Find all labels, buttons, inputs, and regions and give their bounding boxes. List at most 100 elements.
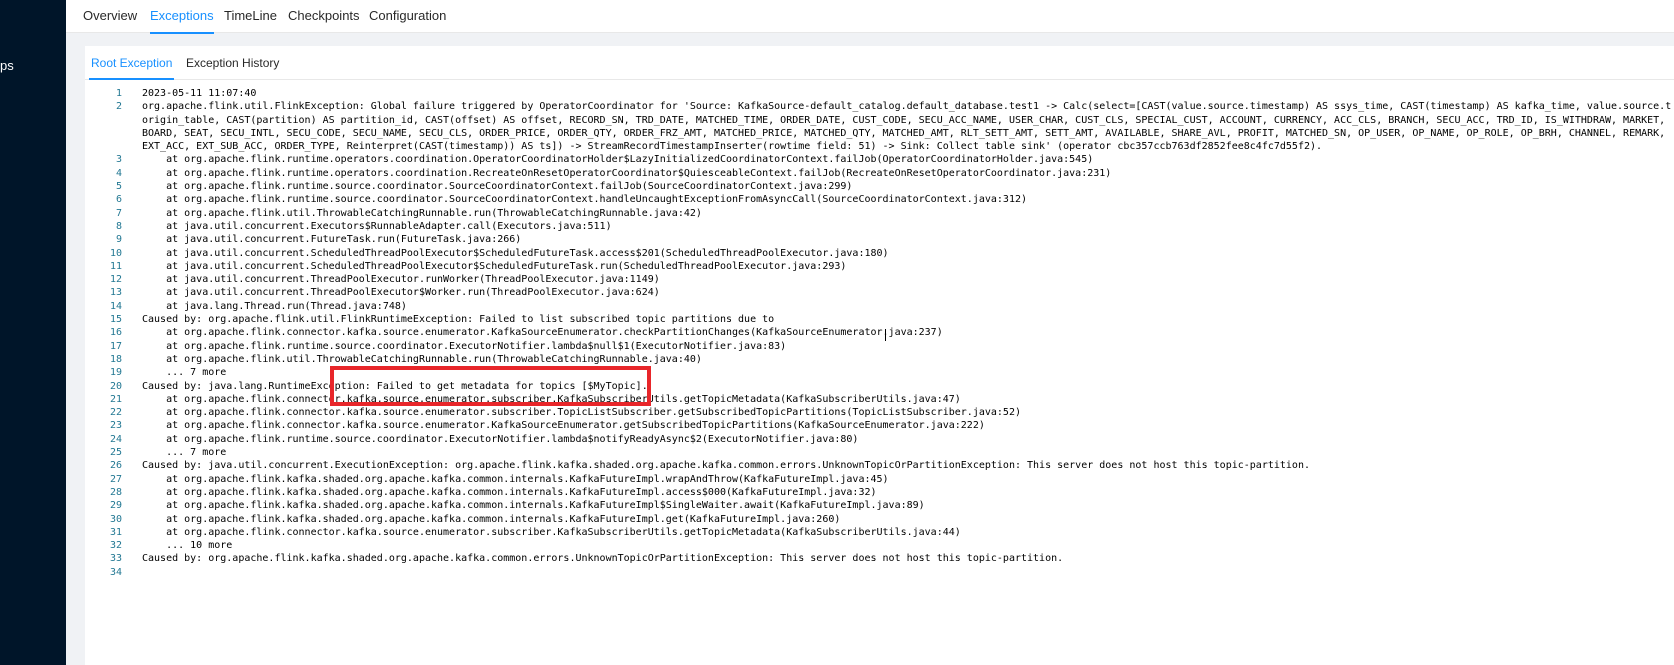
line-text: 2023-05-11 11:07:40 [142, 88, 257, 99]
line-text: at org.apache.flink.runtime.operators.co… [142, 154, 1094, 166]
line-text: at java.util.concurrent.Executors$Runnab… [142, 220, 612, 232]
code-line: 21 at org.apache.flink.connector.kafka.s… [85, 393, 1674, 406]
code-line: 17 at org.apache.flink.runtime.source.co… [85, 340, 1674, 353]
tab-overview[interactable]: Overview [83, 8, 137, 23]
code-line: 7 at org.apache.flink.util.ThrowableCatc… [85, 207, 1674, 220]
code-line: 19 ... 7 more [85, 366, 1674, 379]
line-number: 28 [109, 486, 122, 498]
line-number: 17 [109, 340, 122, 352]
line-number: 8 [115, 220, 122, 232]
code-line: 13 at java.util.concurrent.ThreadPoolExe… [85, 286, 1674, 299]
tab-exceptions[interactable]: Exceptions [150, 8, 214, 34]
job-tabs: Overview Exceptions TimeLine Checkpoints… [66, 0, 1674, 34]
line-text: at org.apache.flink.connector.kafka.sour… [142, 407, 1021, 419]
code-line: origin_table, CAST(partition) AS partiti… [85, 114, 1674, 127]
line-number: 21 [109, 393, 122, 405]
line-text: at org.apache.flink.runtime.source.coord… [142, 433, 859, 445]
line-text: at org.apache.flink.kafka.shaded.org.apa… [142, 486, 877, 498]
code-line: 16 at org.apache.flink.connector.kafka.s… [85, 326, 1674, 339]
line-number: 34 [109, 566, 122, 578]
line-text: at java.lang.Thread.run(Thread.java:748) [142, 300, 407, 312]
line-text: at java.util.concurrent.ScheduledThreadP… [142, 260, 847, 272]
code-line: 11 at java.util.concurrent.ScheduledThre… [85, 260, 1674, 273]
code-line: 12 at java.util.concurrent.ThreadPoolExe… [85, 273, 1674, 286]
exceptions-panel: Root Exception Exception History 1 2023-0… [85, 46, 1674, 665]
code-line: 23 at org.apache.flink.connector.kafka.s… [85, 419, 1674, 432]
line-number: 19 [109, 367, 122, 379]
line-text: at org.apache.flink.connector.kafka.sour… [142, 327, 943, 339]
line-text: origin_table, CAST(partition) AS partiti… [142, 114, 1672, 126]
code-line: 3 at org.apache.flink.runtime.operators.… [85, 153, 1674, 166]
code-line: EXT_ACC, EXT_SUB_ACC, ORDER_TYPE, Reinte… [85, 140, 1674, 153]
text-cursor [885, 329, 886, 341]
tab-timeline[interactable]: TimeLine [224, 8, 277, 23]
line-text: Caused by: org.apache.flink.util.FlinkRu… [142, 314, 775, 326]
code-line: 24 at org.apache.flink.runtime.source.co… [85, 433, 1674, 446]
line-number: 9 [115, 234, 122, 246]
code-line: 29 at org.apache.flink.kafka.shaded.org.… [85, 499, 1674, 512]
code-line: 25 ... 7 more [85, 446, 1674, 459]
line-text: at java.util.concurrent.FutureTask.run(F… [142, 234, 522, 246]
code-line: 28 at org.apache.flink.kafka.shaded.org.… [85, 486, 1674, 499]
code-line: 6 at org.apache.flink.runtime.source.coo… [85, 193, 1674, 206]
code-line: 33 Caused by: org.apache.flink.kafka.shad… [85, 552, 1674, 565]
line-number: 3 [115, 154, 122, 166]
line-number: 11 [109, 260, 122, 272]
line-number: 32 [109, 540, 122, 552]
line-number: 14 [109, 300, 122, 312]
line-number: 10 [109, 247, 122, 259]
line-number: 4 [115, 167, 122, 179]
tab-checkpoints[interactable]: Checkpoints [288, 8, 360, 23]
line-text: at org.apache.flink.runtime.source.coord… [142, 181, 853, 193]
line-number: 1 [115, 88, 122, 99]
line-text: at java.util.concurrent.ScheduledThreadP… [142, 247, 889, 259]
line-number: 7 [115, 207, 122, 219]
line-text: at java.util.concurrent.ThreadPoolExecut… [142, 287, 660, 299]
line-text: at org.apache.flink.kafka.shaded.org.apa… [142, 513, 841, 525]
line-text: EXT_ACC, EXT_SUB_ACC, ORDER_TYPE, Reinte… [142, 141, 1323, 153]
line-number: 5 [115, 181, 122, 193]
line-text: at java.util.concurrent.ThreadPoolExecut… [142, 274, 660, 286]
code-line: 1 2023-05-11 11:07:40 [85, 87, 1674, 100]
line-number: 16 [109, 327, 122, 339]
sidebar-partial-label[interactable]: ps [0, 58, 14, 73]
line-text: ... 10 more [142, 540, 233, 552]
code-line: 10 at java.util.concurrent.ScheduledThre… [85, 247, 1674, 260]
code-line: 5 at org.apache.flink.runtime.source.coo… [85, 180, 1674, 193]
line-text: at org.apache.flink.kafka.shaded.org.apa… [142, 473, 889, 485]
code-line: 32 ... 10 more [85, 539, 1674, 552]
line-text: Caused by: java.lang.RuntimeException: F… [142, 380, 648, 392]
line-text: at org.apache.flink.connector.kafka.sour… [142, 393, 961, 405]
tab-configuration[interactable]: Configuration [369, 8, 446, 23]
code-line: 9 at java.util.concurrent.FutureTask.run… [85, 233, 1674, 246]
code-line: 30 at org.apache.flink.kafka.shaded.org.… [85, 513, 1674, 526]
line-text: org.apache.flink.util.FlinkException: Gl… [142, 101, 1672, 113]
line-text: Caused by: org.apache.flink.kafka.shaded… [142, 553, 1064, 565]
line-number: 22 [109, 407, 122, 419]
line-number: 2 [115, 101, 122, 113]
line-number: 24 [109, 433, 122, 445]
line-text: at org.apache.flink.kafka.shaded.org.apa… [142, 500, 925, 512]
code-line: 15 Caused by: org.apache.flink.util.Flink… [85, 313, 1674, 326]
line-text: BOARD, SEAT, SECU_INTL, SECU_CODE, SECU_… [142, 127, 1672, 139]
code-line: 4 at org.apache.flink.runtime.operators.… [85, 167, 1674, 180]
code-line: 8 at java.util.concurrent.Executors$Runn… [85, 220, 1674, 233]
tab-exception-history[interactable]: Exception History [186, 56, 279, 70]
line-number: 26 [109, 460, 122, 472]
line-number: 15 [109, 314, 122, 326]
line-number: 6 [115, 194, 122, 206]
line-number: 30 [109, 513, 122, 525]
line-text: Caused by: java.util.concurrent.Executio… [142, 460, 1310, 472]
line-text: at org.apache.flink.runtime.source.coord… [142, 340, 787, 352]
line-text: at org.apache.flink.connector.kafka.sour… [142, 420, 985, 432]
code-line: 22 at org.apache.flink.connector.kafka.s… [85, 406, 1674, 419]
tab-root-exception[interactable]: Root Exception [88, 56, 175, 80]
line-number: 29 [109, 500, 122, 512]
line-text: at org.apache.flink.runtime.source.coord… [142, 194, 1028, 206]
exception-code-editor[interactable]: 1 2023-05-11 11:07:40 2 org.apache.flink.ut… [85, 87, 1674, 579]
code-line: 26 Caused by: java.util.concurrent.Execut… [85, 459, 1674, 472]
sidebar: ps [0, 0, 66, 665]
line-text: at org.apache.flink.runtime.operators.co… [142, 167, 1112, 179]
line-text: at org.apache.flink.connector.kafka.sour… [142, 526, 961, 538]
line-number: 27 [109, 473, 122, 485]
